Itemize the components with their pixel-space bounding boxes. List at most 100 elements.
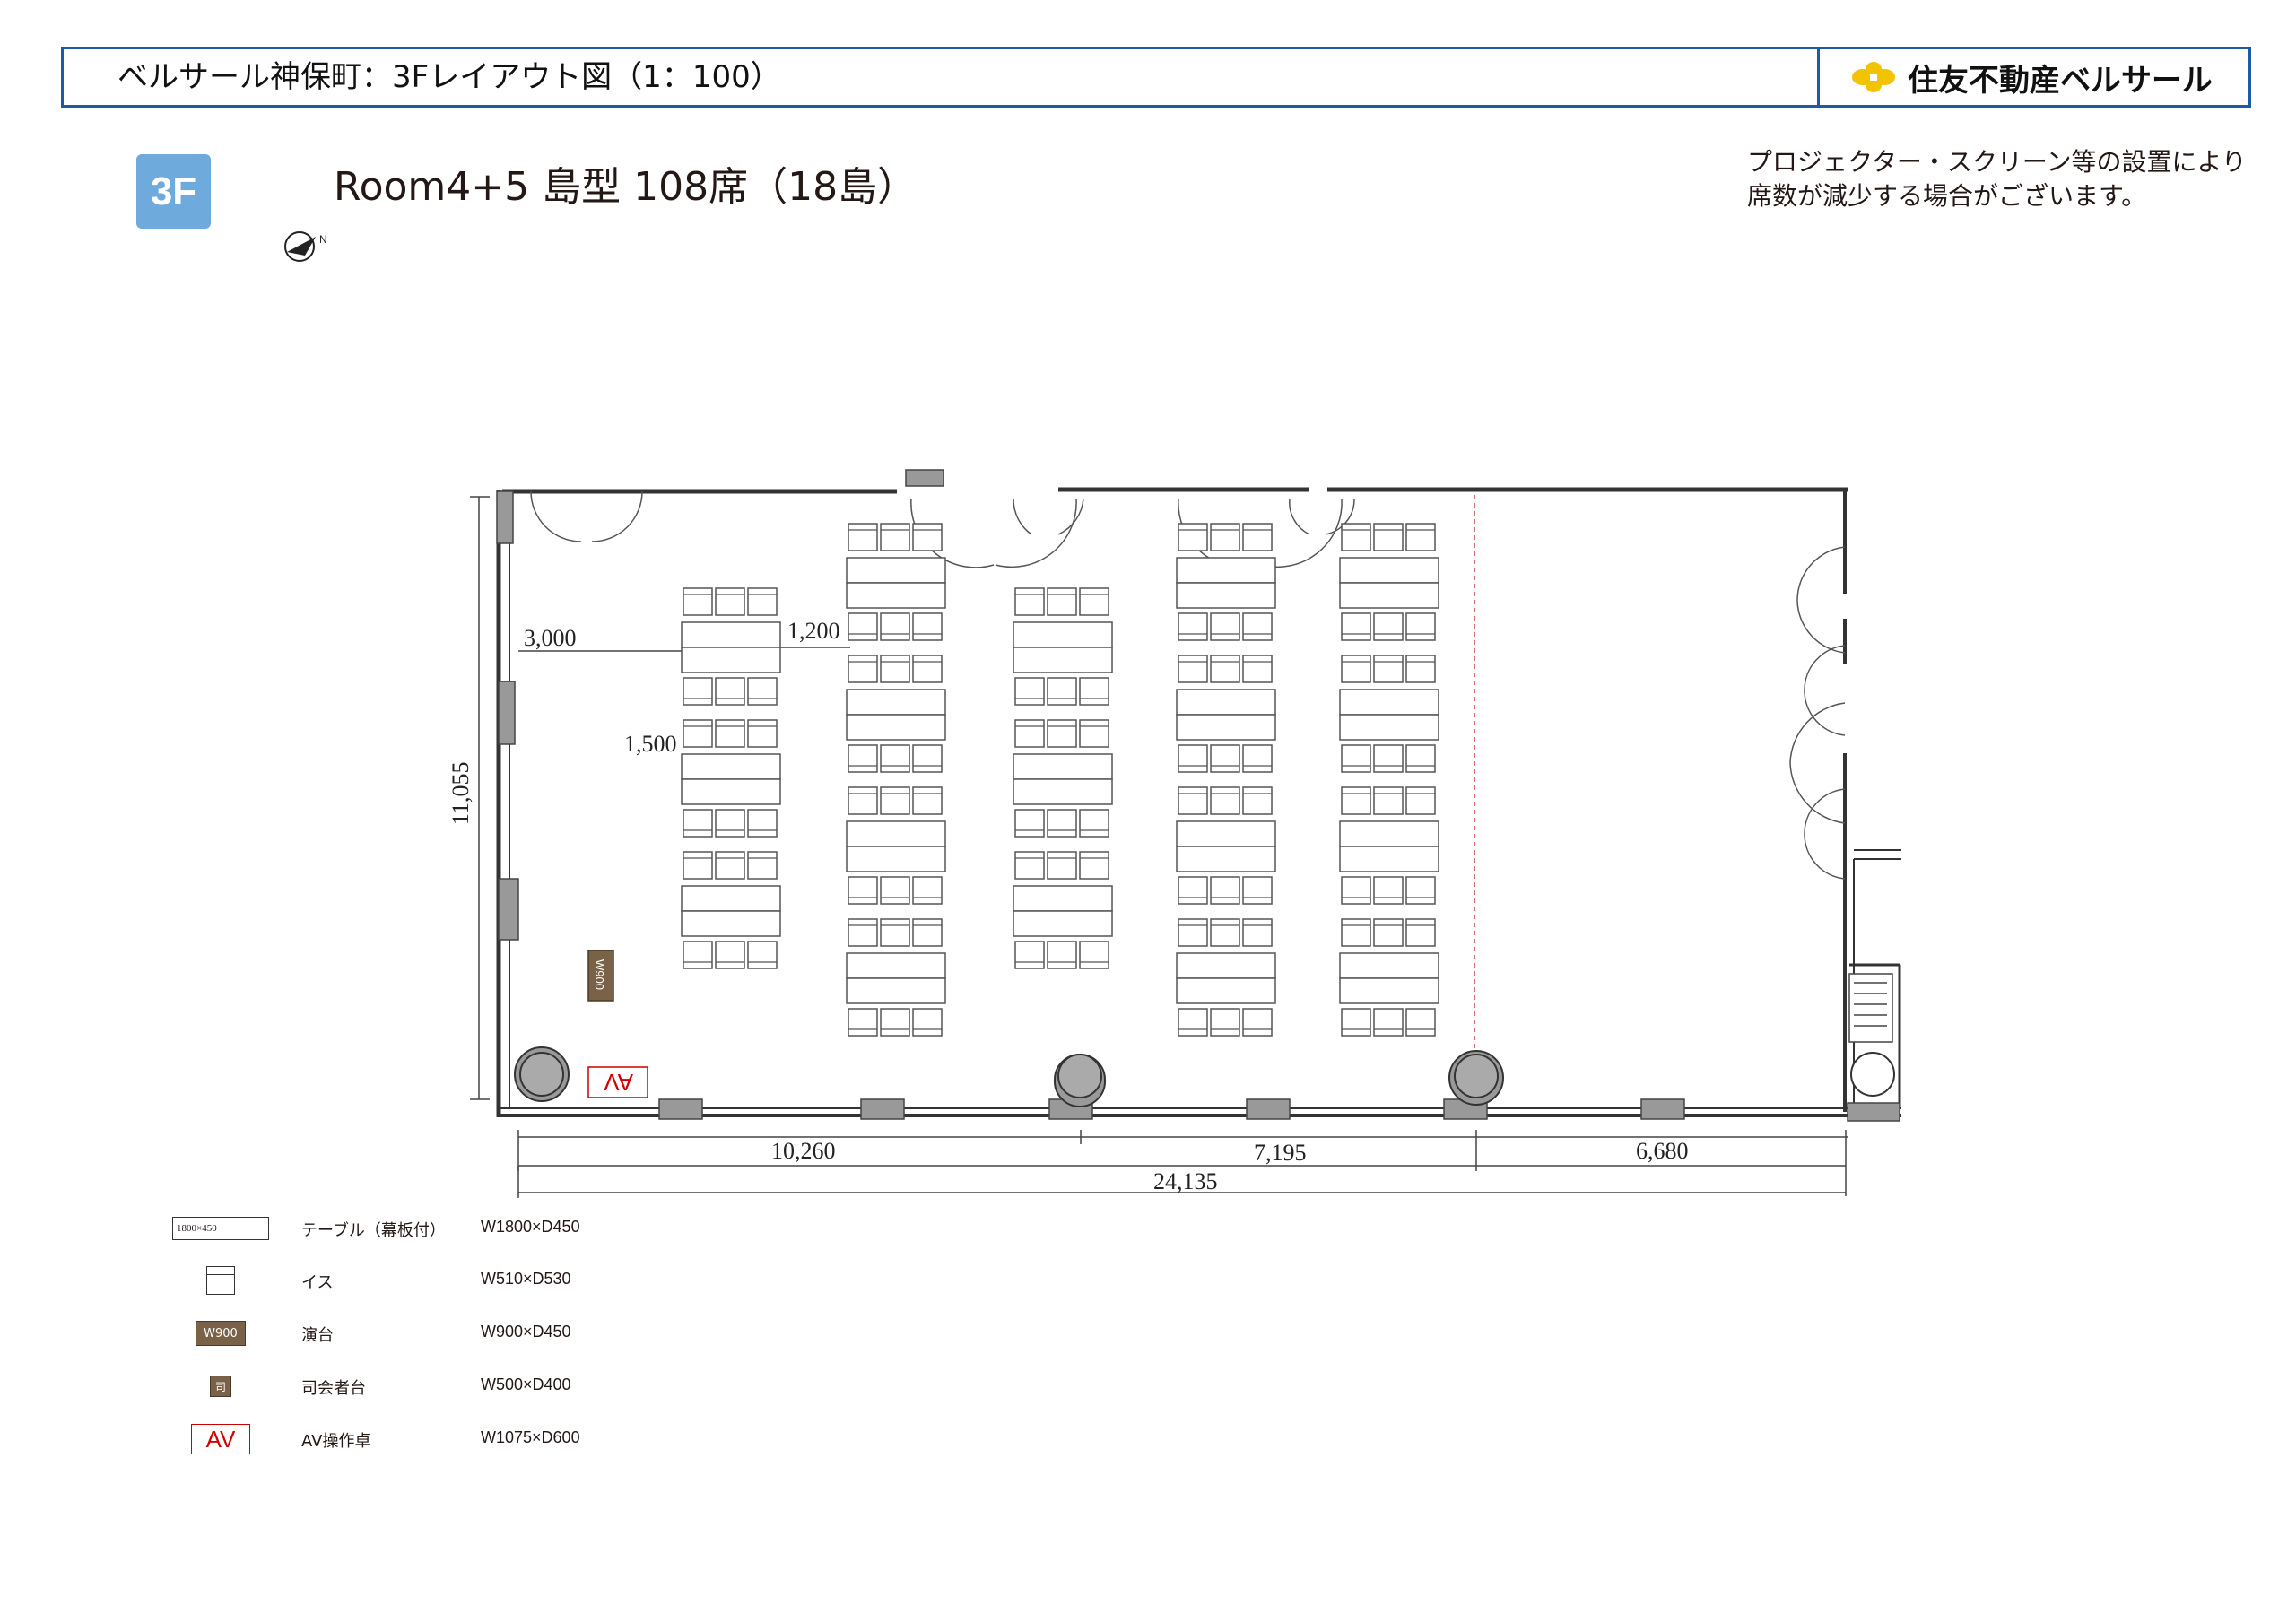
- dim-total-width: 24,135: [1153, 1168, 1218, 1194]
- table: [1013, 647, 1113, 673]
- chair-seat: [912, 918, 943, 947]
- av-desk-label: AV: [604, 1069, 633, 1096]
- chair-seat: [1405, 744, 1436, 773]
- table: [1339, 714, 1439, 741]
- chair: [1079, 587, 1109, 616]
- chair-seat: [1178, 612, 1208, 641]
- compass-label: N: [319, 233, 327, 246]
- table: [846, 557, 946, 584]
- chair: [848, 744, 878, 773]
- chair: [715, 587, 745, 616]
- chair-seat: [1047, 851, 1077, 880]
- chair: [747, 851, 778, 880]
- chair-seat: [1047, 677, 1077, 706]
- chair-seat: [683, 719, 713, 748]
- chair-seat: [1047, 587, 1077, 616]
- chair-seat: [880, 612, 910, 641]
- table: [1176, 689, 1276, 716]
- chair-seat: [747, 941, 778, 969]
- table: [1013, 621, 1113, 648]
- chair-seat: [715, 587, 745, 616]
- chair: [880, 655, 910, 683]
- chair-seat: [1210, 523, 1240, 551]
- chair-seat: [880, 523, 910, 551]
- chair-seat: [1210, 786, 1240, 815]
- chair-seat: [1178, 918, 1208, 947]
- chair-seat: [1210, 655, 1240, 683]
- dim-room-depth: 11,055: [448, 761, 474, 825]
- table: [681, 885, 781, 912]
- legend-row-table: 1800×450 テーブル（幕板付） W1800×D450: [167, 1211, 705, 1246]
- chair-seat: [912, 876, 943, 905]
- chair: [848, 655, 878, 683]
- chair-seat: [715, 719, 745, 748]
- chair: [1047, 809, 1077, 838]
- island: [681, 587, 781, 706]
- island: [681, 851, 781, 969]
- chair: [848, 876, 878, 905]
- table: [846, 582, 946, 609]
- chair: [1341, 612, 1371, 641]
- chair: [1341, 744, 1371, 773]
- chair-seat: [683, 809, 713, 838]
- chair-seat: [1178, 786, 1208, 815]
- table: [1339, 952, 1439, 979]
- chair-seat: [1210, 612, 1240, 641]
- table: [846, 689, 946, 716]
- chair-seat: [1242, 655, 1273, 683]
- chair-seat: [1210, 744, 1240, 773]
- chair: [912, 918, 943, 947]
- legend-name: 司会者台: [301, 1379, 366, 1398]
- dim-aisle-left: 3,000: [524, 625, 577, 651]
- chair: [1405, 1008, 1436, 1037]
- table: [681, 910, 781, 937]
- chair-seat: [1014, 587, 1045, 616]
- chair: [848, 786, 878, 815]
- chair-seat: [848, 523, 878, 551]
- chair: [912, 612, 943, 641]
- chair-seat: [880, 655, 910, 683]
- mc-symbol: 司: [210, 1376, 231, 1397]
- island: [846, 918, 946, 1037]
- chair-seat: [1014, 677, 1045, 706]
- chair: [683, 677, 713, 706]
- chair-seat: [1014, 719, 1045, 748]
- chair: [1014, 851, 1045, 880]
- dim-row-gap: 1,500: [624, 731, 677, 757]
- legend-name: AV操作卓: [301, 1432, 371, 1451]
- chair-seat: [1405, 523, 1436, 551]
- chair: [1242, 744, 1273, 773]
- chair-seat: [1341, 655, 1371, 683]
- chair: [848, 523, 878, 551]
- legend-dim: W900×D450: [481, 1323, 571, 1341]
- island: [1339, 523, 1439, 641]
- chair-seat: [1079, 851, 1109, 880]
- chair-seat: [1341, 786, 1371, 815]
- chair-seat: [1373, 655, 1404, 683]
- chair: [1014, 719, 1045, 748]
- chair-seat: [1178, 876, 1208, 905]
- chair: [1405, 523, 1436, 551]
- chair-seat: [1242, 744, 1273, 773]
- chair: [1373, 1008, 1404, 1037]
- chair-seat: [683, 677, 713, 706]
- table-icon: 1800×450: [167, 1211, 274, 1246]
- table: [1176, 557, 1276, 584]
- chair: [1242, 655, 1273, 683]
- chair-seat: [912, 786, 943, 815]
- podium-icon: W900: [167, 1315, 274, 1351]
- compass-icon: N: [284, 231, 327, 262]
- chair-seat: [1178, 1008, 1208, 1037]
- legend-name: 演台: [301, 1326, 334, 1345]
- chair: [747, 587, 778, 616]
- chair-seat: [1014, 809, 1045, 838]
- table: [1339, 689, 1439, 716]
- chair-seat: [1047, 941, 1077, 969]
- chair-seat: [1047, 719, 1077, 748]
- chair-seat: [1242, 523, 1273, 551]
- island: [1176, 523, 1276, 641]
- chair-seat: [683, 941, 713, 969]
- chair-seat: [1242, 1008, 1273, 1037]
- island: [1176, 918, 1276, 1037]
- chair-seat: [1341, 1008, 1371, 1037]
